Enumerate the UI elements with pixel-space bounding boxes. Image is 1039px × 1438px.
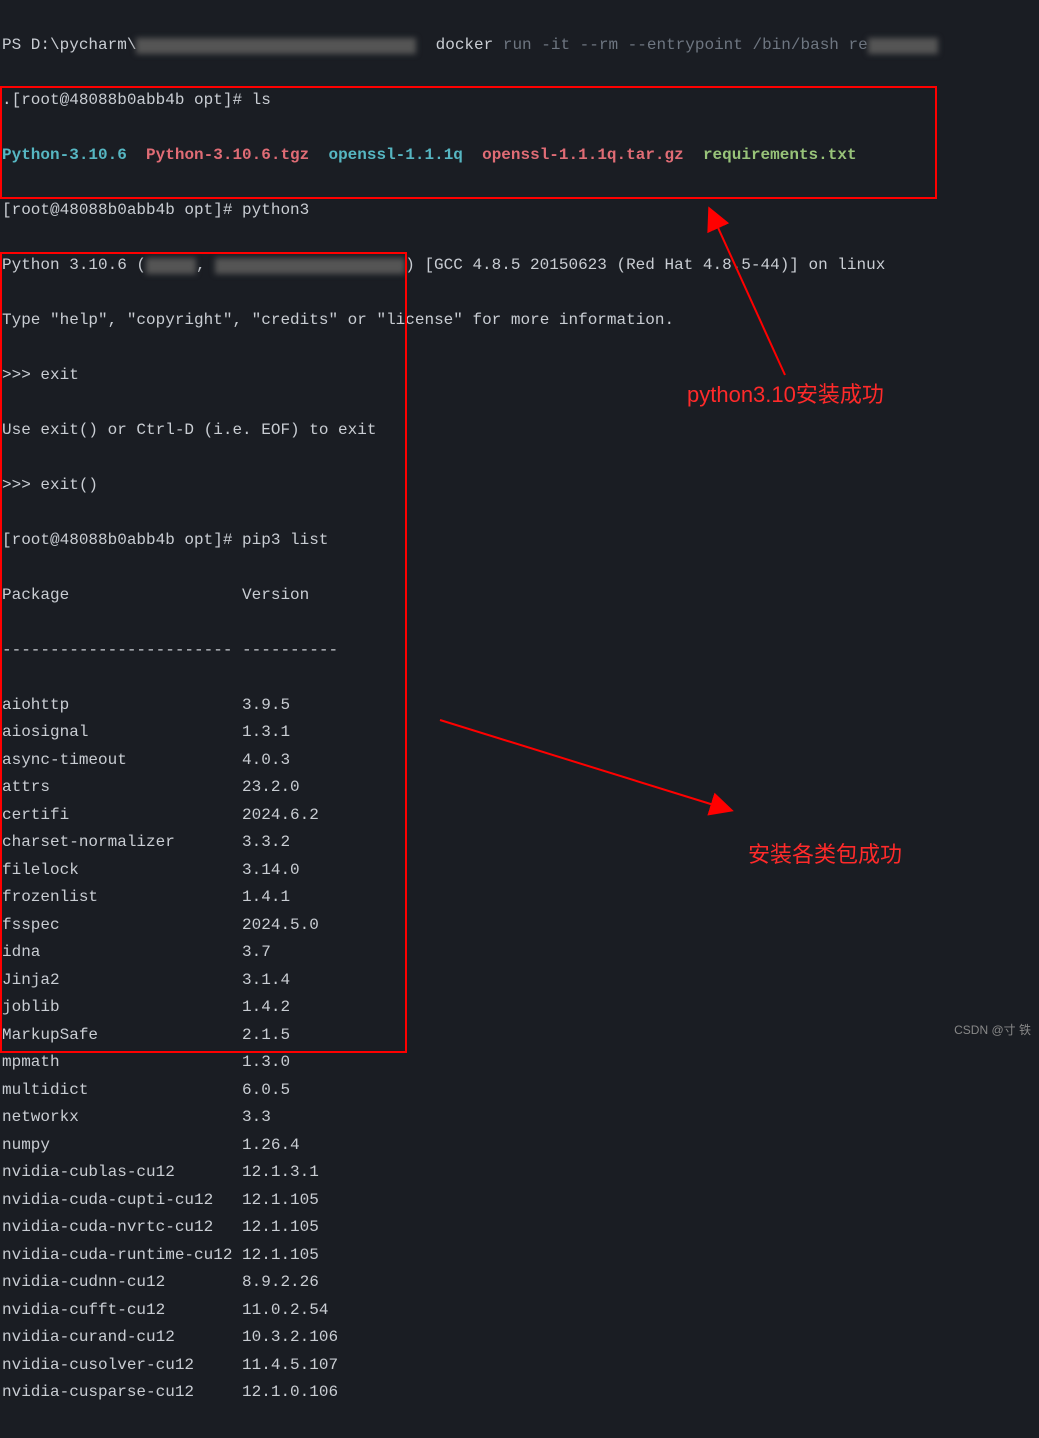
package-row: nvidia-cublas-cu12 12.1.3.1 <box>2 1159 1037 1187</box>
pip-package-list: aiohttp 3.9.5aiosignal 1.3.1async-timeou… <box>2 692 1037 1407</box>
terminal-output[interactable]: PS D:\pycharm\ docker run -it --rm --ent… <box>0 0 1039 1438</box>
package-row: aiosignal 1.3.1 <box>2 719 1037 747</box>
watermark: CSDN @寸 铁 <box>954 1017 1031 1045</box>
package-row: numpy 1.26.4 <box>2 1132 1037 1160</box>
line-exit1: >>> exit <box>2 362 1037 390</box>
package-row: nvidia-curand-cu12 10.3.2.106 <box>2 1324 1037 1352</box>
package-row: multidict 6.0.5 <box>2 1077 1037 1105</box>
package-row: nvidia-cuda-nvrtc-cu12 12.1.105 <box>2 1214 1037 1242</box>
package-row: nvidia-cusolver-cu12 11.4.5.107 <box>2 1352 1037 1380</box>
package-row: fsspec 2024.5.0 <box>2 912 1037 940</box>
line-ls-output: Python-3.10.6 Python-3.10.6.tgz openssl-… <box>2 142 1037 170</box>
package-row: filelock 3.14.0 <box>2 857 1037 885</box>
line-python3: [root@48088b0abb4b opt]# python3 <box>2 197 1037 225</box>
package-row: aiohttp 3.9.5 <box>2 692 1037 720</box>
package-row: nvidia-cufft-cu12 11.0.2.54 <box>2 1297 1037 1325</box>
line-exit2: >>> exit() <box>2 472 1037 500</box>
package-row: networkx 3.3 <box>2 1104 1037 1132</box>
line-exit-hint: Use exit() or Ctrl-D (i.e. EOF) to exit <box>2 417 1037 445</box>
package-row: Jinja2 3.1.4 <box>2 967 1037 995</box>
line-docker-run: PS D:\pycharm\ docker run -it --rm --ent… <box>2 32 1037 60</box>
package-row: mpmath 1.3.0 <box>2 1049 1037 1077</box>
package-row: nvidia-cudnn-cu12 8.9.2.26 <box>2 1269 1037 1297</box>
pip-header: Package Version <box>2 582 1037 610</box>
package-row: MarkupSafe 2.1.5 <box>2 1022 1037 1050</box>
package-row: certifi 2024.6.2 <box>2 802 1037 830</box>
package-row: nvidia-cusparse-cu12 12.1.0.106 <box>2 1379 1037 1407</box>
package-row: charset-normalizer 3.3.2 <box>2 829 1037 857</box>
line-pip-list: [root@48088b0abb4b opt]# pip3 list <box>2 527 1037 555</box>
package-row: nvidia-cuda-cupti-cu12 12.1.105 <box>2 1187 1037 1215</box>
package-row: nvidia-cuda-runtime-cu12 12.1.105 <box>2 1242 1037 1270</box>
pip-divider: ------------------------ ---------- <box>2 637 1037 665</box>
package-row: frozenlist 1.4.1 <box>2 884 1037 912</box>
package-row: joblib 1.4.2 <box>2 994 1037 1022</box>
line-python-version: Python 3.10.6 (, ) [GCC 4.8.5 20150623 (… <box>2 252 1037 280</box>
line-ls: .[root@48088b0abb4b opt]# ls <box>2 87 1037 115</box>
package-row: attrs 23.2.0 <box>2 774 1037 802</box>
package-row: idna 3.7 <box>2 939 1037 967</box>
line-python-help: Type "help", "copyright", "credits" or "… <box>2 307 1037 335</box>
package-row: async-timeout 4.0.3 <box>2 747 1037 775</box>
